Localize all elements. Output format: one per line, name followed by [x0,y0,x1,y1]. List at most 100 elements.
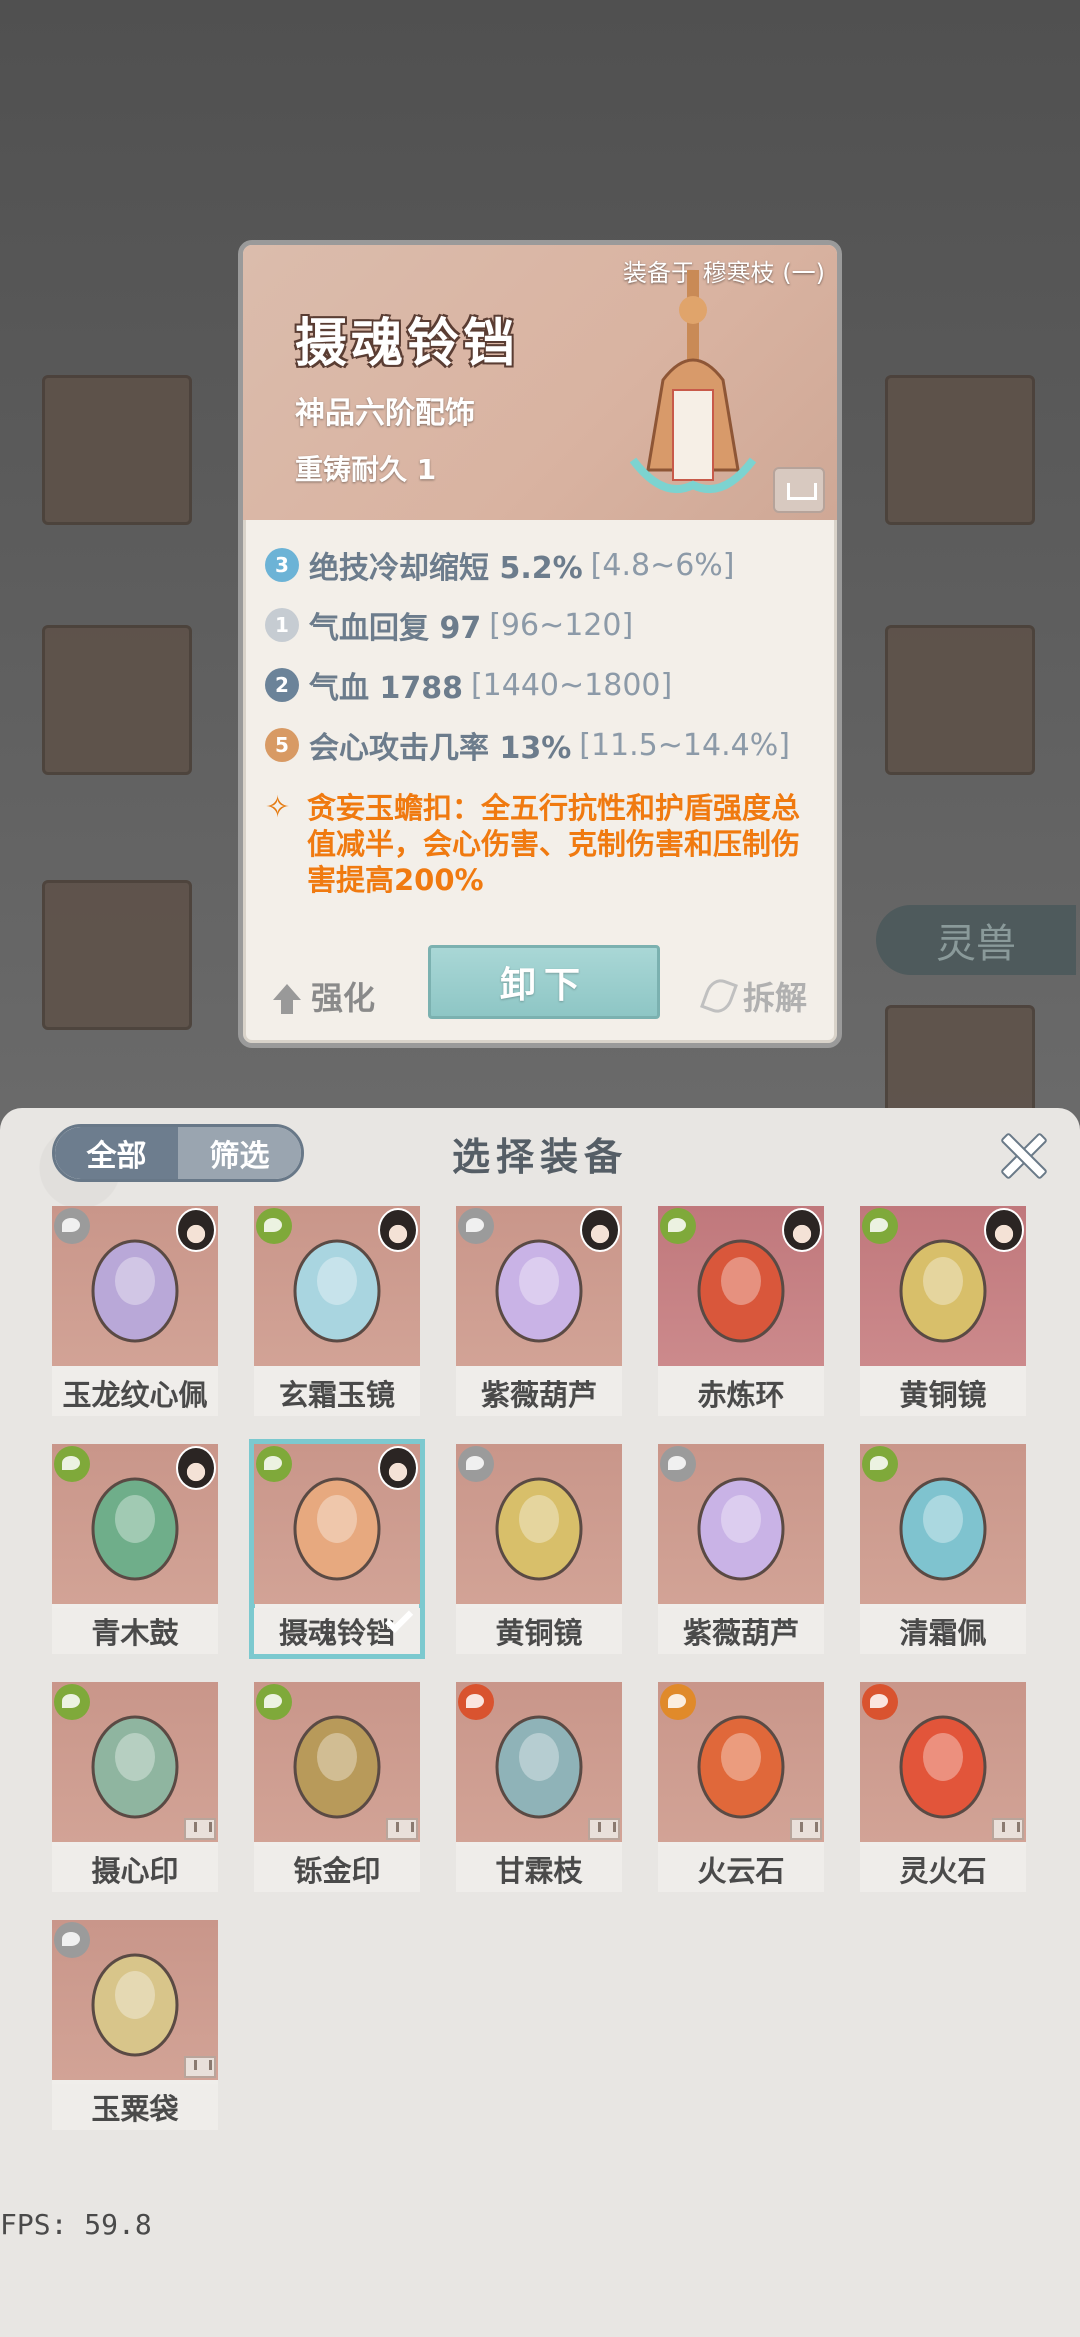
set-effect: ✧ 贪妄玉蟾扣：全五行抗性和护盾强度总值减半，会心伤害、克制伤害和压制伤害提高2… [265,790,825,898]
lock-icon[interactable] [773,467,825,513]
equipment-card[interactable]: 甘霖枝 [456,1682,622,1892]
equipment-card[interactable]: 黄铜镜 [860,1206,1026,1416]
storage-icon [184,2056,216,2078]
owner-avatar [176,1208,216,1252]
stat-row: 5 会心攻击几率 13% [11.5~14.4%] [265,723,790,767]
equipment-card[interactable]: 紫薇葫芦 [658,1444,824,1654]
stat-row: 2 气血 1788 [1440~1800] [265,663,672,707]
element-icon [54,1208,90,1244]
stat-label: 气血回复 97 [309,611,482,646]
equipment-select-panel: 全部 筛选 选择装备 玉龙纹心佩 玄霜玉镜 紫薇葫芦 赤炼环 黄铜镜 青木鼓 摄魂铃铛 黄铜镜… [0,1108,1080,2337]
equipment-name: 黄铜镜 [456,1608,622,1654]
stat-range: [11.5~14.4%] [579,727,790,763]
stat-row: 1 气血回复 97 [96~120] [265,603,633,647]
equipment-name: 玉粟袋 [52,2084,218,2130]
equipment-name: 黄铜镜 [860,1370,1026,1416]
equipment-thumbnail [495,1477,583,1581]
stat-badge-icon: 1 [265,608,299,642]
dismantle-button[interactable]: 拆解 [700,973,807,1019]
equipment-thumbnail [293,1477,381,1581]
storage-icon [588,1818,620,1840]
equipment-card[interactable]: 玉龙纹心佩 [52,1206,218,1416]
bg-equip-slot [885,375,1035,525]
storage-icon [992,1818,1024,1840]
up-arrow-icon [273,984,301,1014]
equipment-thumbnail [293,1715,381,1819]
equipment-thumbnail [293,1239,381,1343]
element-icon [256,1446,292,1482]
equipment-card[interactable]: 青木鼓 [52,1444,218,1654]
detail-header: 装备于 穆寒枝 (一) 摄魂铃铛 神品六阶配饰 重铸耐久 1 [243,245,837,520]
stat-label: 绝技冷却缩短 5.2% [309,551,583,586]
element-icon [458,1684,494,1720]
equipment-card[interactable]: 摄心印 [52,1682,218,1892]
element-icon [256,1684,292,1720]
equipment-thumbnail [495,1715,583,1819]
equipment-name: 火云石 [658,1846,824,1892]
equipment-card[interactable]: 摄魂铃铛 [249,1439,425,1659]
equipment-name: 青木鼓 [52,1608,218,1654]
equipment-card[interactable]: 玉粟袋 [52,1920,218,2130]
equipment-card[interactable]: 火云石 [658,1682,824,1892]
equipment-card[interactable]: 玄霜玉镜 [254,1206,420,1416]
equipment-thumbnail [899,1239,987,1343]
enhance-label: 强化 [311,979,376,1017]
owner-avatar [378,1446,418,1490]
element-icon [862,1684,898,1720]
stat-range: [4.8~6%] [590,547,735,583]
equipment-card[interactable]: 铄金印 [254,1682,420,1892]
set-effect-text: 贪妄玉蟾扣：全五行抗性和护盾强度总值减半，会心伤害、克制伤害和压制伤害提高200… [307,791,801,897]
equipment-card[interactable]: 清霜佩 [860,1444,1026,1654]
close-icon[interactable] [994,1126,1050,1182]
equipment-thumbnail [91,1239,179,1343]
element-icon [862,1208,898,1244]
item-name: 摄魂铃铛 [295,313,520,374]
equipment-thumbnail [91,1715,179,1819]
filter-all-tab[interactable]: 全部 [55,1127,178,1179]
unequip-button[interactable]: 卸下 [428,945,660,1019]
storage-icon [184,1818,216,1840]
stat-badge-icon: 3 [265,548,299,582]
equipment-name: 玉龙纹心佩 [52,1370,218,1416]
stat-row: 3 绝技冷却缩短 5.2% [4.8~6%] [265,543,735,587]
equipment-card[interactable]: 紫薇葫芦 [456,1206,622,1416]
owner-avatar [378,1208,418,1252]
leaf-icon [700,975,738,1017]
equipment-thumbnail [495,1239,583,1343]
spirit-beast-tab[interactable]: 灵兽 [876,905,1076,975]
equipment-card[interactable]: 黄铜镜 [456,1444,622,1654]
filter-screen-tab[interactable]: 筛选 [178,1127,301,1179]
equipment-card[interactable]: 赤炼环 [658,1206,824,1416]
stat-range: [96~120] [489,607,634,643]
element-icon [256,1208,292,1244]
storage-icon [790,1818,822,1840]
equipment-name: 赤炼环 [658,1370,824,1416]
equipment-name: 甘霖枝 [456,1846,622,1892]
equipment-thumbnail [91,1477,179,1581]
equipment-thumbnail [899,1715,987,1819]
enhance-button[interactable]: 强化 [273,973,375,1019]
equipment-name: 玄霜玉镜 [254,1370,420,1416]
element-icon [660,1208,696,1244]
element-icon [660,1446,696,1482]
equipment-name: 清霜佩 [860,1608,1026,1654]
owner-avatar [984,1208,1024,1252]
equipment-detail-card: 装备于 穆寒枝 (一) 摄魂铃铛 神品六阶配饰 重铸耐久 1 3 绝技冷却缩短 … [238,240,842,1048]
item-durability: 重铸耐久 1 [295,453,437,486]
equipment-thumbnail [697,1239,785,1343]
equipment-thumbnail [899,1477,987,1581]
stat-label: 会心攻击几率 13% [309,731,572,766]
element-icon [54,1922,90,1958]
storage-icon [386,1818,418,1840]
equipment-thumbnail [697,1477,785,1581]
stat-badge-icon: 2 [265,668,299,702]
stat-label: 气血 1788 [309,671,463,706]
equipment-thumbnail [91,1953,179,2057]
bg-equip-slot [42,880,192,1030]
equipment-card[interactable]: 灵火石 [860,1682,1026,1892]
element-icon [458,1208,494,1244]
stat-badge-icon: 5 [265,728,299,762]
element-icon [458,1446,494,1482]
element-icon [54,1684,90,1720]
element-icon [660,1684,696,1720]
